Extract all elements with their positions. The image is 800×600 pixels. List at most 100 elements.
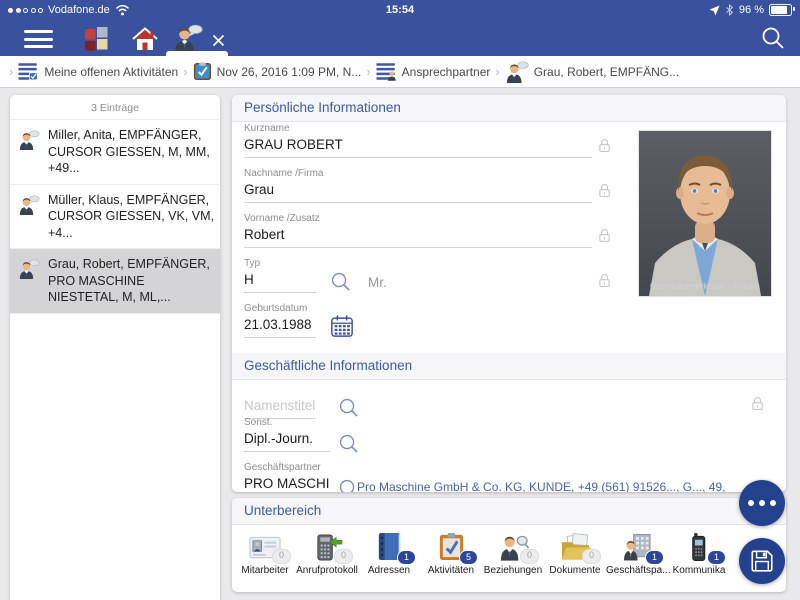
task-check-icon: [193, 62, 211, 81]
list-item-miller[interactable]: Miller, Anita, EMPFÄNGER, CURSOR GIESSEN…: [10, 119, 220, 184]
menu-button[interactable]: [24, 30, 53, 53]
field-label: Geschäftspartner: [244, 462, 321, 473]
count-badge: 5: [460, 551, 477, 564]
geschaeftspartner-input[interactable]: PRO MASCHI: [244, 476, 330, 492]
field-label: Typ: [244, 258, 261, 269]
field-nachname: Nachname /Firma Grau: [244, 168, 624, 213]
contact-icon: [18, 195, 40, 215]
breadcrumb-item-activity[interactable]: Nov 26, 2016 1:09 PM, N...: [193, 62, 362, 81]
subarea-adressen[interactable]: 1 Adressen: [358, 530, 420, 576]
geburtsdatum-input[interactable]: 21.03.1988: [244, 317, 312, 332]
subarea-label: Aktivitäten: [427, 565, 475, 576]
subarea-label: Geschäftspa...: [606, 565, 671, 576]
kurzname-input[interactable]: GRAU ROBERT: [244, 137, 343, 152]
search-icon[interactable]: [760, 25, 786, 51]
breadcrumb-label: Meine offenen Aktivitäten: [44, 64, 179, 79]
subarea-beziehungen[interactable]: 0 Beziehungen: [482, 530, 544, 576]
result-list-panel: 3 Einträge Miller, Anita, EMPFÄNGER, CUR…: [10, 95, 220, 600]
field-label: Kurzname: [244, 123, 290, 134]
breadcrumb-item-activities-list[interactable]: Meine offenen Aktivitäten: [18, 62, 178, 81]
result-count-label: 3 Einträge: [91, 102, 139, 114]
sonst-input[interactable]: Dipl.-Journ.: [244, 431, 330, 452]
subarea-anrufprotokoll[interactable]: 0 Anrufprotokoll: [296, 530, 358, 576]
save-button[interactable]: [739, 538, 785, 584]
partner-lookup-icon[interactable]: [338, 478, 359, 492]
photo-credit-watermark: ©contrastwerkstatt - Fotolia: [650, 281, 760, 291]
list-item-grau-selected[interactable]: Grau, Robert, EMPFÄNGER, PRO MASCHINE NI…: [10, 248, 220, 313]
close-tab-icon[interactable]: [212, 34, 225, 47]
nachname-input[interactable]: Grau: [244, 182, 274, 197]
list-check-icon: [18, 62, 38, 81]
lock-icon: [596, 272, 613, 289]
crm-app-window: Vodafone.de 15:54 96 % › Meine offenen A…: [0, 0, 800, 600]
nav-bar: [0, 20, 800, 56]
subarea-panel: Unterbereich 0 Mitarbeiter 0 Anrufprotok…: [232, 498, 786, 592]
chevron-right-icon: ›: [366, 64, 371, 79]
count-badge: 0: [334, 549, 353, 564]
subarea-aktivitaeten[interactable]: 5 Aktivitäten: [420, 530, 482, 576]
field-geschaeftspartner: Geschäftspartner PRO MASCHI Pro Maschine…: [244, 462, 774, 492]
breadcrumb-label: Nov 26, 2016 1:09 PM, N...: [216, 64, 362, 79]
field-vorname: Vorname /Zusatz Robert: [244, 213, 624, 258]
subarea-label: Beziehungen: [483, 565, 543, 576]
contact-tab[interactable]: [173, 24, 203, 52]
count-badge: 1: [708, 551, 725, 564]
list-item-label: Müller, Klaus, EMPFÄNGER, CURSOR GIESSEN…: [48, 192, 215, 240]
subarea-geschaeftspartner[interactable]: 1 Geschäftspa...: [606, 530, 671, 576]
home-tab[interactable]: [132, 27, 158, 51]
breadcrumb: › Meine offenen Aktivitäten › Nov 26, 20…: [0, 56, 800, 88]
field-typ: Typ H Mr.: [244, 258, 624, 303]
sonst-lookup-icon[interactable]: [338, 433, 359, 454]
contact-photo[interactable]: ©contrastwerkstatt - Fotolia: [638, 130, 772, 297]
chevron-right-icon: ›: [495, 64, 500, 79]
breadcrumb-item-contacts-list[interactable]: Ansprechpartner: [376, 62, 491, 81]
namenstitel-lookup-icon[interactable]: [338, 397, 359, 418]
list-item-mueller[interactable]: Müller, Klaus, EMPFÄNGER, CURSOR GIESSEN…: [10, 183, 220, 249]
bluetooth-icon: [726, 4, 734, 16]
chevron-right-icon: ›: [9, 64, 14, 79]
contact-icon: [505, 61, 529, 83]
subarea-label: Dokumente: [549, 565, 601, 576]
lock-icon: [749, 395, 766, 412]
section-header-subarea: Unterbereich: [232, 498, 786, 525]
status-bar: Vodafone.de 15:54 96 %: [0, 0, 800, 20]
chevron-right-icon: ›: [183, 64, 188, 79]
field-namenstitel: Namenstitel: [244, 395, 774, 419]
field-label: Nachname /Firma: [244, 168, 324, 179]
field-label: Vorname /Zusatz: [244, 213, 320, 224]
breadcrumb-item-contact[interactable]: Grau, Robert, EMPFÄNG...: [505, 61, 679, 83]
breadcrumb-label: Grau, Robert, EMPFÄNG...: [533, 64, 680, 79]
more-actions-button[interactable]: [739, 480, 785, 526]
field-label: Sonst.: [244, 417, 273, 428]
calendar-icon[interactable]: [330, 314, 354, 338]
namenstitel-input[interactable]: Namenstitel: [244, 398, 316, 419]
lock-icon: [596, 227, 613, 244]
count-badge: 0: [582, 549, 601, 564]
clock-label: 15:54: [385, 4, 415, 16]
floppy-disk-icon: [751, 550, 773, 572]
subarea-label: Kommunika: [672, 565, 726, 576]
apps-grid-tab[interactable]: [84, 26, 109, 51]
contact-icon: [18, 259, 40, 279]
typ-display-value: Mr.: [368, 275, 387, 290]
count-badge: 0: [272, 549, 291, 564]
lock-icon: [596, 182, 613, 199]
mobile-phone-icon: [692, 532, 706, 561]
subarea-label: Anrufprotokoll: [296, 565, 358, 576]
field-sonst: Sonst. Dipl.-Journ.: [244, 417, 774, 452]
field-label: Geburtsdatum: [244, 303, 308, 314]
typ-input[interactable]: H: [244, 272, 254, 287]
typ-lookup-icon[interactable]: [330, 271, 351, 292]
field-geburtsdatum: Geburtsdatum 21.03.1988: [244, 303, 624, 348]
subarea-label: Mitarbeiter: [241, 565, 289, 576]
subarea-dokumente[interactable]: 0 Dokumente: [544, 530, 606, 576]
section-header-personal: Persönliche Informationen: [232, 95, 786, 122]
count-badge: 0: [520, 549, 539, 564]
list-item-label: Miller, Anita, EMPFÄNGER, CURSOR GIESSEN…: [48, 128, 210, 175]
subarea-mitarbeiter[interactable]: 0 Mitarbeiter: [234, 530, 296, 576]
subarea-kommunikation[interactable]: 1 Kommunika: [668, 530, 730, 576]
breadcrumb-label: Ansprechpartner: [401, 64, 491, 79]
count-badge: 1: [398, 551, 415, 564]
vorname-input[interactable]: Robert: [244, 227, 285, 242]
partner-record-link[interactable]: Pro Maschine GmbH & Co. KG, KUNDE, +49 (…: [357, 480, 727, 492]
